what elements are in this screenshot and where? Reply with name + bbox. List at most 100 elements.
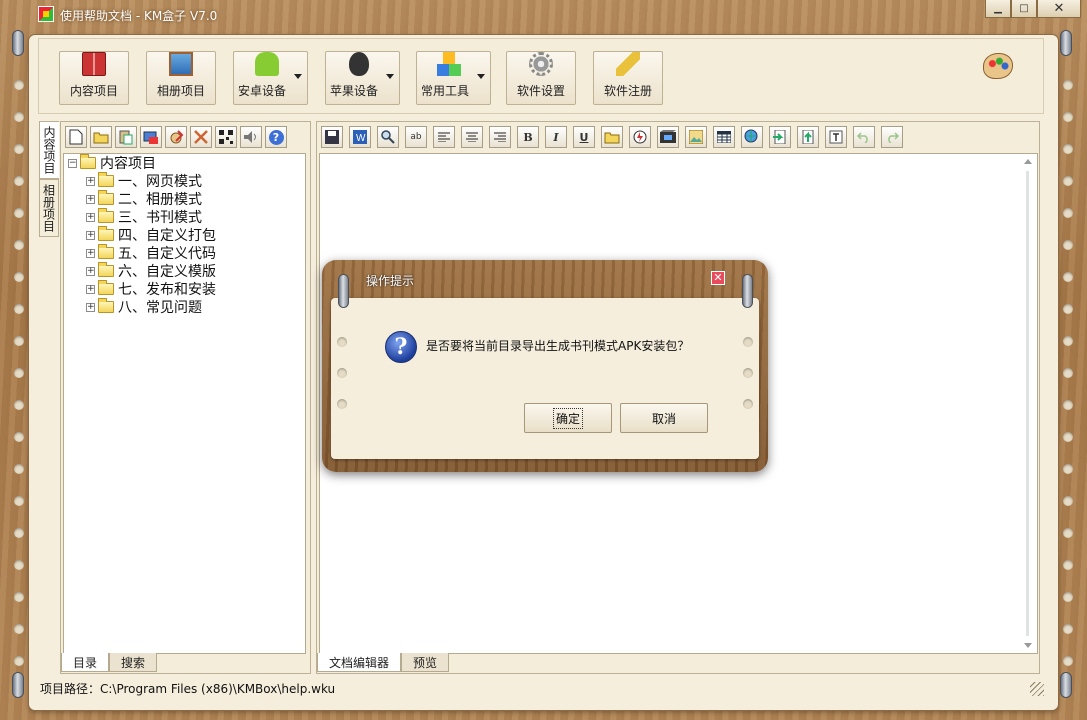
expand-icon[interactable]: + — [86, 302, 95, 312]
scroll-up-icon[interactable] — [1024, 159, 1032, 164]
paper-hole — [743, 368, 753, 378]
tab-document-editor[interactable]: 文档编辑器 — [317, 653, 402, 672]
undo-icon[interactable] — [853, 126, 875, 148]
cancel-button[interactable]: 取消 — [620, 403, 708, 433]
paper-hole — [1063, 176, 1073, 186]
dialog-body — [331, 298, 759, 459]
tree-item[interactable]: + 二、相册模式 — [86, 190, 202, 208]
tree-item-label: 四、自定义打包 — [118, 228, 216, 244]
title-bar[interactable]: 使用帮助文档 - KM盒子 V7.0 ▁ □ ✕ — [0, 0, 1087, 32]
video-icon[interactable] — [657, 126, 679, 148]
tree-item[interactable]: + 五、自定义代码 — [86, 244, 216, 262]
android-device-button[interactable]: 安卓设备 — [233, 51, 308, 105]
tools-cross-icon[interactable] — [190, 126, 212, 148]
edit-icon[interactable] — [165, 126, 187, 148]
confirm-dialog: 操作提示 ✕ ? 是否要将当前目录导出生成书刊模式APK安装包？ 确定 取消 — [322, 260, 768, 472]
tree-item[interactable]: + 七、发布和安装 — [86, 280, 216, 298]
dialog-close-button[interactable]: ✕ — [711, 271, 725, 285]
save-icon[interactable] — [321, 126, 343, 148]
text-format-icon[interactable] — [825, 126, 847, 148]
button-label: 苹果设备 — [330, 84, 379, 98]
folder-icon — [98, 226, 114, 241]
help-icon[interactable]: ? — [265, 126, 287, 148]
align-left-icon[interactable] — [433, 126, 455, 148]
content-project-button[interactable]: 内容项目 — [59, 51, 129, 105]
flash-icon[interactable] — [629, 126, 651, 148]
expand-icon[interactable]: + — [86, 266, 95, 276]
upload-icon[interactable] — [797, 126, 819, 148]
paper-hole — [1063, 80, 1073, 90]
bold-icon[interactable]: B — [517, 126, 539, 148]
scroll-down-icon[interactable] — [1024, 643, 1032, 648]
link-globe-icon[interactable] — [741, 126, 763, 148]
tree-item-label: 二、相册模式 — [118, 192, 202, 208]
side-tab-album-project[interactable]: 相册项目 — [39, 179, 59, 237]
redo-icon[interactable] — [881, 126, 903, 148]
image-icon[interactable] — [685, 126, 707, 148]
svg-text:W: W — [356, 133, 366, 144]
italic-icon[interactable]: I — [545, 126, 567, 148]
vertical-scrollbar[interactable] — [1021, 156, 1035, 651]
paper-hole — [1063, 656, 1073, 666]
tree-item[interactable]: + 四、自定义打包 — [86, 226, 216, 244]
tree-item[interactable]: + 三、书刊模式 — [86, 208, 202, 226]
key-icon — [616, 52, 640, 76]
common-tools-button[interactable]: 常用工具 — [416, 51, 491, 105]
side-tab-content-project[interactable]: 内容项目 — [39, 121, 59, 179]
tree-toolbar: ? — [65, 126, 287, 150]
tree-item[interactable]: + 六、自定义模版 — [86, 262, 216, 280]
apple-device-button[interactable]: 苹果设备 — [325, 51, 400, 105]
expand-icon[interactable]: + — [86, 212, 95, 222]
tab-directory[interactable]: 目录 — [61, 653, 110, 672]
export-icon[interactable] — [140, 126, 162, 148]
speaker-icon[interactable] — [240, 126, 262, 148]
align-center-icon[interactable] — [461, 126, 483, 148]
ok-button[interactable]: 确定 — [524, 403, 612, 433]
button-label: 常用工具 — [421, 84, 470, 98]
album-project-button[interactable]: 相册项目 — [146, 51, 216, 105]
underline-icon[interactable]: U — [573, 126, 595, 148]
spell-check-icon[interactable]: ab — [405, 126, 427, 148]
software-register-button[interactable]: 软件注册 — [593, 51, 663, 105]
collapse-icon[interactable]: − — [68, 158, 77, 168]
expand-icon[interactable]: + — [86, 284, 95, 294]
paper-hole — [1063, 432, 1073, 442]
skin-palette-icon[interactable] — [983, 53, 1013, 79]
new-document-icon[interactable] — [65, 126, 87, 148]
tab-preview[interactable]: 预览 — [401, 653, 450, 672]
tree-item[interactable]: + 八、常见问题 — [86, 298, 202, 316]
close-window-button[interactable]: ✕ — [1037, 0, 1081, 18]
software-settings-button[interactable]: 软件设置 — [506, 51, 576, 105]
qr-code-icon[interactable] — [215, 126, 237, 148]
tab-search[interactable]: 搜索 — [109, 653, 158, 672]
expand-icon[interactable]: + — [86, 176, 95, 186]
expand-icon[interactable]: + — [86, 230, 95, 240]
scroll-track[interactable] — [1026, 171, 1029, 636]
align-right-icon[interactable] — [489, 126, 511, 148]
expand-icon[interactable]: + — [86, 194, 95, 204]
tree-item-label: 六、自定义模版 — [118, 264, 216, 280]
tree-root[interactable]: − 内容项目 — [68, 154, 156, 172]
paper-hole — [1063, 336, 1073, 346]
album-icon — [169, 52, 193, 76]
resize-grip-icon[interactable] — [1030, 682, 1044, 696]
paper-hole — [14, 496, 24, 506]
paper-hole — [14, 208, 24, 218]
minimize-button[interactable]: ▁ — [985, 0, 1011, 18]
table-icon[interactable] — [713, 126, 735, 148]
app-logo-icon — [38, 6, 54, 22]
maximize-button[interactable]: □ — [1011, 0, 1037, 18]
insert-folder-icon[interactable] — [601, 126, 623, 148]
tree-item[interactable]: + 一、网页模式 — [86, 172, 202, 190]
folder-icon — [98, 298, 114, 313]
button-label: 软件注册 — [603, 84, 652, 98]
paste-icon[interactable] — [115, 126, 137, 148]
import-icon[interactable] — [769, 126, 791, 148]
paper-hole — [1063, 368, 1073, 378]
find-icon[interactable] — [377, 126, 399, 148]
word-doc-icon[interactable]: W — [349, 126, 371, 148]
dialog-message: 是否要将当前目录导出生成书刊模式APK安装包？ — [426, 339, 690, 353]
paper-hole — [1063, 496, 1073, 506]
expand-icon[interactable]: + — [86, 248, 95, 258]
open-folder-icon[interactable] — [90, 126, 112, 148]
